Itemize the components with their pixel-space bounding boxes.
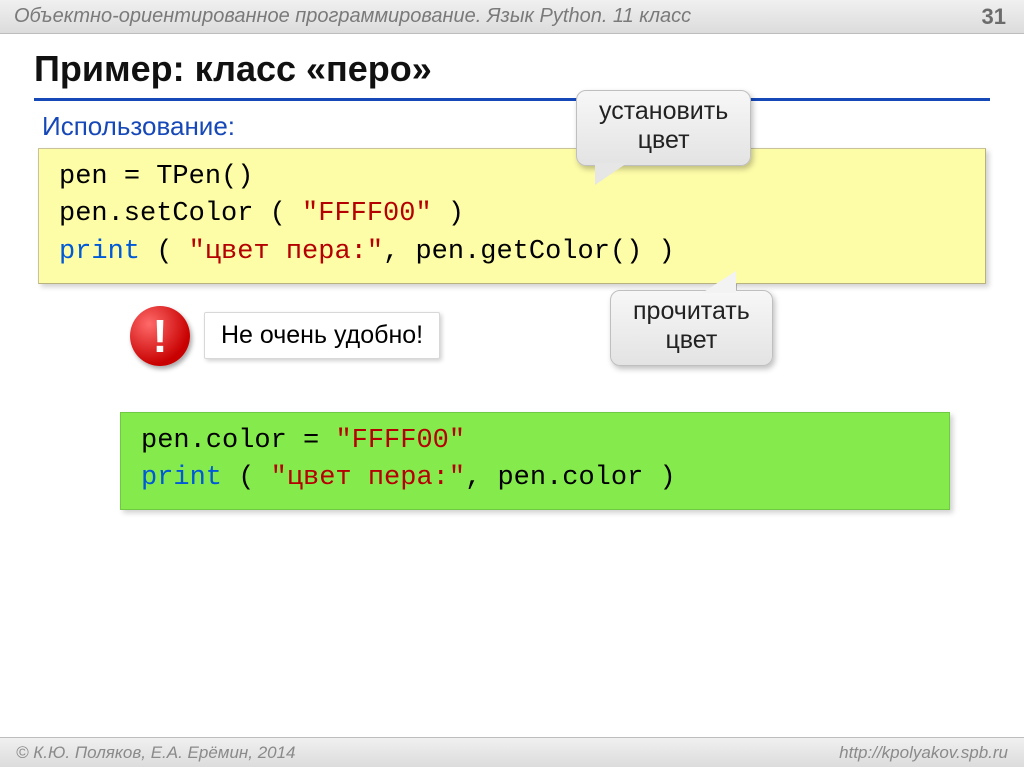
code-token: ) — [660, 463, 676, 493]
code-keyword: print — [59, 237, 140, 267]
code-keyword: print — [141, 463, 222, 493]
code-block-green: pen.color = "FFFF00" print ( "цвет пера:… — [120, 412, 950, 511]
header-bar: Объектно-ориентированное программировани… — [0, 0, 1024, 34]
code-line: pen = TPen() — [59, 159, 967, 196]
warning-icon: ! — [130, 306, 190, 366]
warning-row: ! Не очень удобно! — [130, 306, 990, 366]
code-token: pen.color — [141, 426, 287, 456]
callout-tail-icon — [595, 163, 627, 185]
code-token: ) — [448, 199, 464, 229]
callout-line: цвет — [633, 326, 750, 355]
code-token: TPen() — [156, 162, 253, 192]
footer-url: http://kpolyakov.spb.ru — [839, 743, 1008, 763]
code-token: ) — [659, 237, 675, 267]
code-string: "FFFF00" — [335, 426, 465, 456]
slide-title: Пример: класс «перо» — [34, 48, 990, 101]
callout-line: цвет — [599, 126, 728, 155]
code-string: "цвет пера:" — [271, 463, 465, 493]
code-string: "FFFF00" — [302, 199, 432, 229]
warning-text: Не очень удобно! — [204, 312, 440, 359]
callout-get-color: прочитать цвет — [610, 290, 773, 366]
code-token: ( — [156, 237, 172, 267]
page-number: 31 — [982, 4, 1006, 30]
code-token: pen — [59, 162, 108, 192]
callout-line: прочитать — [633, 297, 750, 326]
section-label: Использование: — [42, 111, 990, 142]
code-token: pen.setColor — [59, 199, 253, 229]
code-string: "цвет пера:" — [189, 237, 383, 267]
code-token: ( — [270, 199, 286, 229]
callout-set-color: установить цвет — [576, 90, 751, 166]
code-token: , pen.color — [465, 463, 643, 493]
callout-line: установить — [599, 97, 728, 126]
code-line: print ( "цвет пера:", pen.color ) — [141, 460, 931, 497]
course-title: Объектно-ориентированное программировани… — [14, 5, 691, 28]
code-line: pen.setColor ( "FFFF00" ) — [59, 196, 967, 233]
footer-copyright: © К.Ю. Поляков, Е.А. Ерёмин, 2014 — [16, 743, 296, 763]
code-token: ( — [238, 463, 254, 493]
code-token: = — [124, 162, 140, 192]
code-token: = — [303, 426, 319, 456]
callout-tail-icon — [702, 271, 736, 293]
code-line: pen.color = "FFFF00" — [141, 423, 931, 460]
footer-bar: © К.Ю. Поляков, Е.А. Ерёмин, 2014 http:/… — [0, 737, 1024, 767]
code-block-yellow: pen = TPen() pen.setColor ( "FFFF00" ) p… — [38, 148, 986, 284]
code-token: , pen.getColor() — [383, 237, 642, 267]
code-line: print ( "цвет пера:", pen.getColor() ) — [59, 234, 967, 271]
